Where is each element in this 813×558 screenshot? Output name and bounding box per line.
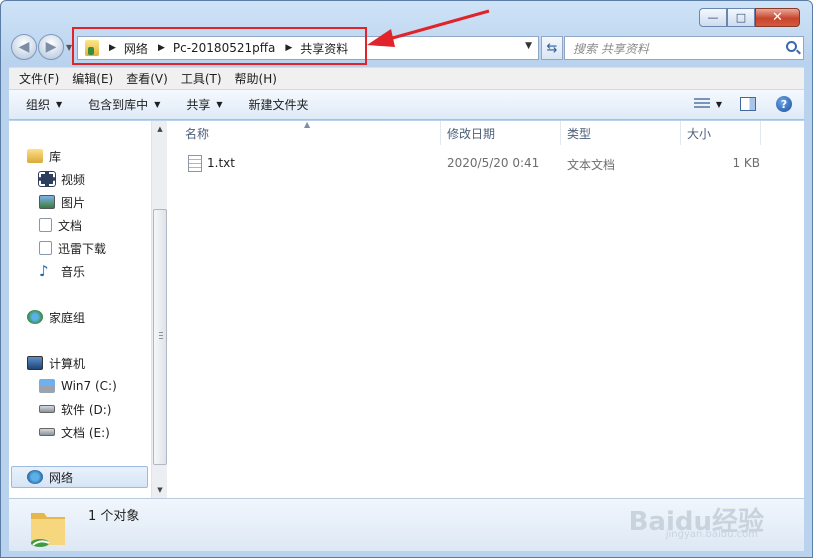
library-icon bbox=[27, 149, 43, 163]
chevron-down-icon: ▼ bbox=[216, 100, 223, 109]
menu-bar: 文件(F) 编辑(E) 查看(V) 工具(T) 帮助(H) bbox=[9, 67, 804, 89]
column-divider[interactable] bbox=[760, 121, 761, 145]
explorer-window: — □ ✕ ◀ ▶ ▼ ▶ 网络 ▶ Pc-20180521pffa ▶ 共享资… bbox=[0, 0, 813, 558]
include-in-library-label: 包含到库中 bbox=[88, 98, 149, 112]
nav-drive-c[interactable]: Win7 (C:) bbox=[39, 377, 117, 395]
organize-label: 组织 bbox=[26, 98, 51, 112]
forward-button[interactable]: ▶ bbox=[38, 34, 64, 60]
scroll-down-icon[interactable]: ▼ bbox=[152, 482, 168, 498]
file-list: ▲ 名称 修改日期 类型 大小 1.txt 2020/5/20 0:41 文本文… bbox=[167, 120, 804, 498]
drive-icon bbox=[39, 405, 55, 413]
nav-libraries[interactable]: 库 bbox=[27, 147, 61, 165]
address-history-dropdown-icon[interactable]: ▼ bbox=[525, 41, 532, 51]
document-icon bbox=[39, 218, 52, 232]
column-header-type[interactable]: 类型 bbox=[567, 121, 591, 145]
details-pane: 1 个对象 Baidu经验 jingyan.baidu.com bbox=[9, 498, 804, 551]
nav-library-pictures-label: 图片 bbox=[61, 195, 86, 210]
homegroup-icon bbox=[27, 310, 43, 324]
column-header-name[interactable]: 名称 bbox=[185, 121, 209, 145]
column-divider[interactable] bbox=[680, 121, 681, 145]
drive-icon bbox=[39, 428, 55, 436]
nav-drive-d-label: 软件 (D:) bbox=[61, 402, 112, 417]
menu-file[interactable]: 文件(F) bbox=[19, 70, 59, 87]
new-folder-button[interactable]: 新建文件夹 bbox=[249, 96, 309, 113]
nav-homegroup[interactable]: 家庭组 bbox=[27, 308, 85, 326]
chevron-down-icon: ▼ bbox=[56, 100, 63, 109]
music-icon: ♪ bbox=[39, 262, 49, 280]
video-icon bbox=[38, 171, 56, 187]
nav-library-music[interactable]: ♪ 音乐 bbox=[39, 262, 85, 280]
watermark-url: jingyan.baidu.com bbox=[665, 529, 758, 540]
text-file-icon bbox=[188, 155, 202, 172]
caption-buttons: — □ ✕ bbox=[699, 8, 800, 27]
column-divider[interactable] bbox=[440, 121, 441, 145]
navpane-scrollbar[interactable]: ▲ ▼ bbox=[151, 121, 167, 498]
menu-tools[interactable]: 工具(T) bbox=[181, 70, 222, 87]
command-bar: 组织 ▼ 包含到库中 ▼ 共享 ▼ 新建文件夹 ▼ ? bbox=[9, 89, 804, 120]
share-button[interactable]: 共享 ▼ bbox=[186, 96, 222, 113]
nav-library-thunder-downloads[interactable]: 迅雷下载 bbox=[39, 239, 106, 257]
nav-drive-e-label: 文档 (E:) bbox=[61, 425, 110, 440]
computer-icon bbox=[27, 356, 43, 370]
menu-edit[interactable]: 编辑(E) bbox=[72, 70, 113, 87]
annotation-arrow-icon bbox=[367, 9, 490, 47]
maximize-button[interactable]: □ bbox=[727, 8, 755, 27]
preview-pane-icon[interactable] bbox=[740, 97, 756, 111]
sort-ascending-icon: ▲ bbox=[304, 120, 311, 129]
view-controls: ▼ ? bbox=[693, 96, 792, 112]
help-icon[interactable]: ? bbox=[776, 96, 792, 112]
system-drive-icon bbox=[39, 379, 55, 393]
nav-library-thunder-downloads-label: 迅雷下载 bbox=[58, 241, 107, 256]
new-folder-label: 新建文件夹 bbox=[248, 98, 309, 112]
nav-network[interactable]: 网络 bbox=[27, 468, 73, 486]
nav-library-videos[interactable]: 视频 bbox=[38, 170, 86, 188]
annotation-highlight-box bbox=[72, 27, 367, 65]
file-type: 文本文档 bbox=[567, 158, 616, 172]
nav-drive-c-label: Win7 (C:) bbox=[61, 379, 117, 393]
nav-library-music-label: 音乐 bbox=[61, 264, 86, 279]
nav-library-pictures[interactable]: 图片 bbox=[39, 193, 85, 211]
nav-library-videos-label: 视频 bbox=[61, 172, 86, 187]
refresh-button[interactable]: ⇆ bbox=[541, 36, 563, 60]
include-in-library-button[interactable]: 包含到库中 ▼ bbox=[88, 96, 160, 113]
nav-library-documents-label: 文档 bbox=[58, 218, 83, 233]
network-icon bbox=[27, 470, 43, 484]
nav-library-documents[interactable]: 文档 bbox=[39, 216, 82, 234]
organize-button[interactable]: 组织 ▼ bbox=[26, 96, 62, 113]
scroll-up-icon[interactable]: ▲ bbox=[152, 121, 168, 137]
back-button[interactable]: ◀ bbox=[11, 34, 37, 60]
nav-computer-label: 计算机 bbox=[49, 356, 86, 371]
navigation-pane: 库 视频 图片 文档 迅雷下载 ♪ 音乐 家庭组 计算机 Win7 (C:) 软… bbox=[9, 121, 167, 498]
column-header-modified[interactable]: 修改日期 bbox=[447, 121, 495, 145]
scrollbar-thumb[interactable] bbox=[153, 209, 167, 465]
status-object-count: 1 个对象 bbox=[88, 509, 140, 524]
picture-icon bbox=[39, 195, 55, 209]
share-label: 共享 bbox=[186, 98, 211, 112]
table-row[interactable]: 1.txt 2020/5/20 0:41 文本文档 1 KB bbox=[167, 155, 804, 173]
file-modified: 2020/5/20 0:41 bbox=[447, 156, 540, 170]
nav-homegroup-label: 家庭组 bbox=[49, 310, 86, 325]
download-folder-icon bbox=[39, 241, 52, 255]
menu-view[interactable]: 查看(V) bbox=[126, 70, 168, 87]
nav-drive-d[interactable]: 软件 (D:) bbox=[39, 400, 111, 418]
close-button[interactable]: ✕ bbox=[755, 8, 800, 27]
menu-help[interactable]: 帮助(H) bbox=[235, 70, 277, 87]
shared-folder-icon bbox=[31, 513, 65, 547]
chevron-down-icon[interactable]: ▼ bbox=[716, 100, 722, 109]
search-input[interactable]: 搜索 共享资料 bbox=[564, 36, 804, 60]
file-size: 1 KB bbox=[732, 156, 760, 170]
search-icon[interactable] bbox=[786, 41, 797, 52]
nav-computer[interactable]: 计算机 bbox=[27, 354, 85, 372]
chevron-down-icon: ▼ bbox=[154, 100, 161, 109]
nav-drive-e[interactable]: 文档 (E:) bbox=[39, 423, 110, 441]
change-view-icon[interactable] bbox=[693, 98, 710, 110]
grip-icon bbox=[159, 332, 163, 340]
nav-libraries-label: 库 bbox=[49, 149, 62, 164]
minimize-button[interactable]: — bbox=[699, 8, 727, 27]
nav-network-label: 网络 bbox=[49, 470, 74, 485]
column-divider[interactable] bbox=[560, 121, 561, 145]
file-name: 1.txt bbox=[207, 156, 235, 170]
search-placeholder: 搜索 共享资料 bbox=[573, 41, 649, 56]
column-header-size[interactable]: 大小 bbox=[687, 121, 711, 145]
